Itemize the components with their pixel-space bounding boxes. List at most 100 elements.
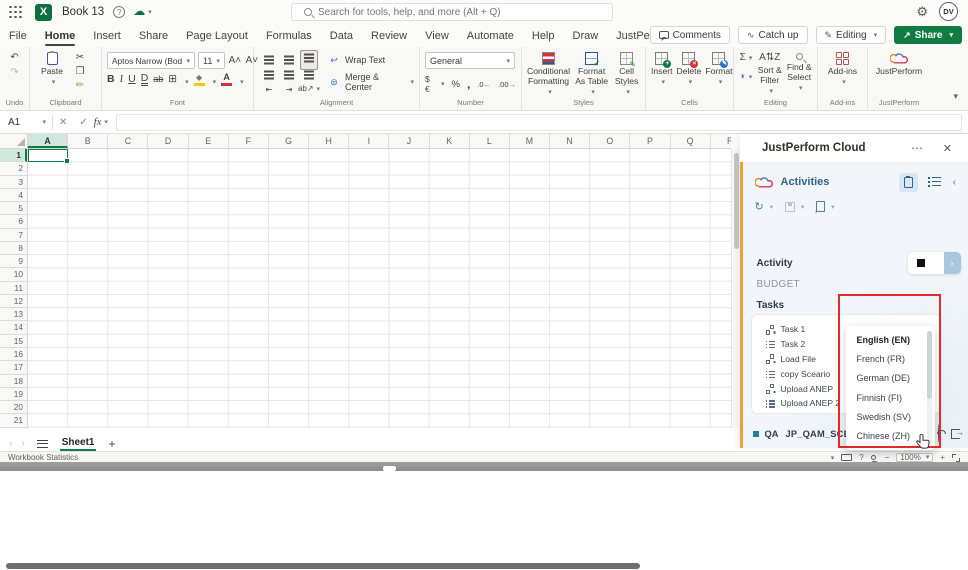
align-middle-icon[interactable] xyxy=(284,59,294,61)
column-header[interactable]: H xyxy=(309,134,349,148)
accounting-format-icon[interactable]: $€ xyxy=(425,74,431,94)
align-bottom-icon[interactable] xyxy=(300,50,318,70)
activities-view-button[interactable] xyxy=(899,173,918,192)
column-header[interactable]: M xyxy=(510,134,550,148)
column-header[interactable]: P xyxy=(630,134,670,148)
redo-icon[interactable]: ↷ xyxy=(8,67,22,79)
row-header[interactable]: 11 xyxy=(0,282,27,295)
refresh-icon[interactable]: ↻ xyxy=(755,200,764,213)
delete-cells-button[interactable]: × Delete ▾ xyxy=(677,52,702,97)
excel-logo-icon[interactable]: X xyxy=(35,4,52,21)
language-option[interactable]: Finnish (FI) xyxy=(846,388,935,407)
add-sheet-icon[interactable]: + xyxy=(108,437,115,451)
column-header[interactable]: E xyxy=(189,134,229,148)
row-header[interactable]: 8 xyxy=(0,242,27,255)
horizontal-scrollbar[interactable] xyxy=(0,562,740,570)
merge-center-button[interactable]: Merge & Center xyxy=(345,72,403,92)
close-pane-icon[interactable]: ✕ xyxy=(943,142,952,155)
clear-eraser-icon[interactable]: ◗▾ xyxy=(739,71,753,84)
column-header[interactable]: O xyxy=(590,134,630,148)
column-header[interactable]: N xyxy=(550,134,590,148)
grid-cells[interactable] xyxy=(28,149,731,428)
row-header[interactable]: 1 xyxy=(0,149,27,162)
column-header[interactable]: D xyxy=(148,134,188,148)
column-header[interactable]: C xyxy=(108,134,148,148)
row-header[interactable]: 2 xyxy=(0,162,27,175)
select-all-corner[interactable] xyxy=(0,134,28,149)
menu-tab[interactable]: Insert xyxy=(84,24,130,47)
column-header[interactable]: G xyxy=(269,134,309,148)
cut-icon[interactable]: ✂ xyxy=(73,52,87,64)
find-select-button[interactable]: Find & Select ▾ xyxy=(787,52,813,97)
active-cell[interactable] xyxy=(28,149,68,162)
autosum-icon[interactable]: Σ▾ xyxy=(739,52,753,65)
vertical-scrollbar[interactable] xyxy=(731,149,740,428)
sort-filter-button[interactable]: A⇅Z Sort & Filter ▾ xyxy=(757,52,783,97)
row-header[interactable]: 18 xyxy=(0,375,27,388)
row-header[interactable]: 13 xyxy=(0,308,27,321)
row-header[interactable]: 20 xyxy=(0,401,27,414)
fill-color-icon[interactable]: ◆ xyxy=(194,73,205,86)
chevron-down-icon[interactable]: ▾ xyxy=(148,8,152,16)
column-header[interactable]: A xyxy=(28,134,68,148)
borders-icon[interactable]: ⊞ xyxy=(168,73,177,86)
keyboard-icon[interactable] xyxy=(841,454,852,461)
chevron-down-icon[interactable]: ▾ xyxy=(801,203,804,211)
row-header[interactable]: 5 xyxy=(0,202,27,215)
paste-button[interactable]: Paste ▾ xyxy=(35,52,69,97)
collapse-ribbon-icon[interactable]: ▾ xyxy=(953,91,958,102)
column-header[interactable]: F xyxy=(229,134,269,148)
row-header[interactable]: 17 xyxy=(0,361,27,374)
menu-tab[interactable]: Home xyxy=(36,24,85,47)
next-sheet-icon[interactable]: › xyxy=(21,438,24,449)
menu-tab[interactable]: Data xyxy=(321,24,362,47)
wrap-text-button[interactable]: Wrap Text xyxy=(345,55,385,65)
column-header[interactable]: I xyxy=(349,134,389,148)
conditional-formatting-button[interactable]: Conditional Formatting ▾ xyxy=(527,52,570,97)
strikethrough-icon[interactable]: ab xyxy=(153,73,163,86)
column-header[interactable]: Q xyxy=(671,134,711,148)
justperform-button[interactable]: JustPerform xyxy=(873,52,925,97)
text-orientation-icon[interactable]: ab↗▾ xyxy=(298,83,320,96)
row-header[interactable]: 19 xyxy=(0,388,27,401)
insert-function-icon[interactable]: fx xyxy=(94,117,102,128)
more-options-icon[interactable]: ⋯ xyxy=(911,141,924,155)
column-header[interactable]: K xyxy=(430,134,470,148)
workbook-name[interactable]: Book 13 xyxy=(62,6,104,18)
chevron-down-icon[interactable]: ▾ xyxy=(770,203,773,211)
sheet-tab[interactable]: Sheet1 xyxy=(60,437,97,451)
align-left-icon[interactable] xyxy=(264,74,274,76)
number-format-select[interactable]: General ▾ xyxy=(425,52,515,69)
chevron-down-icon[interactable]: ▾ xyxy=(831,454,835,462)
confirm-entry-icon[interactable]: ✓ xyxy=(79,117,87,128)
save-icon[interactable] xyxy=(785,202,795,212)
app-launcher-icon[interactable] xyxy=(9,6,22,19)
row-header[interactable]: 4 xyxy=(0,189,27,202)
search-input[interactable] xyxy=(318,7,612,18)
sign-out-icon[interactable] xyxy=(951,429,960,439)
format-as-table-button[interactable]: Format As Table ▾ xyxy=(574,52,609,97)
zoom-in-button[interactable]: + xyxy=(940,453,945,462)
activity-selector[interactable]: › xyxy=(908,252,961,274)
user-avatar[interactable]: DV xyxy=(939,2,958,21)
comments-button[interactable]: Comments xyxy=(650,26,730,44)
cancel-entry-icon[interactable]: ✕ xyxy=(59,117,67,128)
align-center-icon[interactable] xyxy=(284,74,294,76)
comma-style-icon[interactable]: , xyxy=(467,80,470,88)
accessibility-icon[interactable] xyxy=(871,455,876,460)
activity-value[interactable]: BUDGET xyxy=(757,279,800,290)
formula-input[interactable] xyxy=(116,114,962,131)
undo-icon[interactable]: ↶ xyxy=(8,52,22,64)
share-button[interactable]: ↗ Share ▾ xyxy=(894,26,962,44)
menu-tab[interactable]: Review xyxy=(362,24,416,47)
editing-mode-button[interactable]: ✎ Editing ▾ xyxy=(816,26,887,44)
row-header[interactable]: 6 xyxy=(0,215,27,228)
dropdown-scrollbar[interactable] xyxy=(927,331,932,445)
font-size-select[interactable]: 11 ▾ xyxy=(198,52,225,69)
row-header[interactable]: 9 xyxy=(0,255,27,268)
expand-activity-icon[interactable]: › xyxy=(944,252,961,274)
menu-tab[interactable]: Draw xyxy=(564,24,608,47)
row-header[interactable]: 3 xyxy=(0,176,27,189)
copy-icon[interactable]: ❐ xyxy=(73,66,87,78)
fullscreen-icon[interactable] xyxy=(952,454,960,462)
